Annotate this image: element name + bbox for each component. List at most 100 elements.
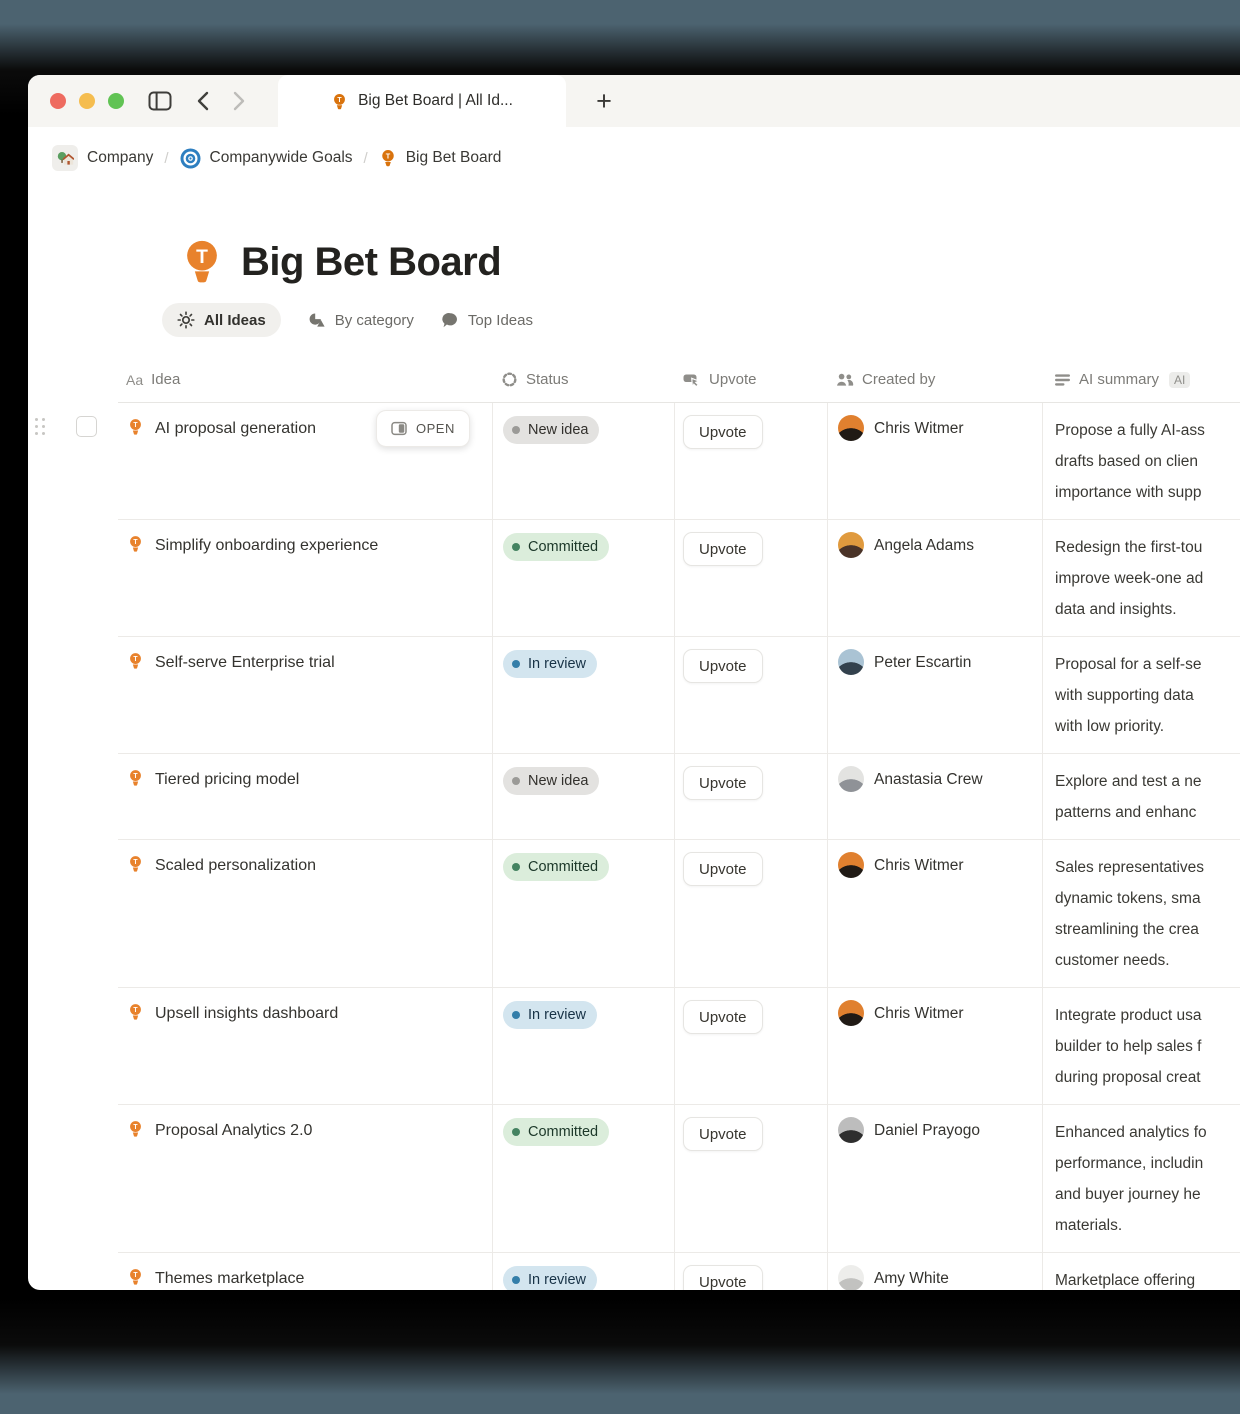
idea-cell[interactable]: T Themes marketplace xyxy=(118,1253,492,1290)
page-lightbulb-icon[interactable]: T xyxy=(180,239,224,285)
column-header-created-by[interactable]: Created by xyxy=(827,371,1042,388)
idea-cell[interactable]: T AI proposal generation OPEN xyxy=(118,403,492,519)
creator-cell[interactable]: Chris Witmer xyxy=(827,403,1042,519)
column-label: AI summary xyxy=(1079,371,1159,388)
browser-tab[interactable]: T Big Bet Board | All Id... xyxy=(278,75,566,127)
creator-cell[interactable]: Chris Witmer xyxy=(827,840,1042,987)
zoom-window-button[interactable] xyxy=(108,93,124,109)
sidebar-toggle-icon[interactable] xyxy=(148,91,172,111)
breadcrumb-item-company[interactable]: Company xyxy=(52,145,153,171)
upvote-button[interactable]: Upvote xyxy=(683,649,763,683)
spinner-icon xyxy=(501,371,518,388)
table-row[interactable]: T Simplify onboarding experience Committ… xyxy=(118,520,1240,637)
view-tab-label: By category xyxy=(335,312,414,329)
tab-top-ideas[interactable]: Top Ideas xyxy=(441,312,533,329)
lines-icon xyxy=(1054,373,1071,387)
tab-all-ideas[interactable]: All Ideas xyxy=(162,303,281,337)
upvote-cell[interactable]: Upvote xyxy=(674,1105,827,1252)
status-label: Committed xyxy=(528,1124,598,1140)
status-cell[interactable]: Committed xyxy=(492,1105,674,1252)
status-cell[interactable]: New idea xyxy=(492,754,674,839)
column-header-upvote[interactable]: Upvote xyxy=(674,371,827,388)
lightbulb-icon: T xyxy=(127,535,144,553)
idea-cell[interactable]: T Simplify onboarding experience xyxy=(118,520,492,636)
table-row[interactable]: T Upsell insights dashboard In review Up… xyxy=(118,988,1240,1105)
back-icon[interactable] xyxy=(196,91,209,111)
idea-cell[interactable]: T Scaled personalization xyxy=(118,840,492,987)
creator-cell[interactable]: Daniel Prayogo xyxy=(827,1105,1042,1252)
status-cell[interactable]: Committed xyxy=(492,520,674,636)
table-row[interactable]: T Self-serve Enterprise trial In review … xyxy=(118,637,1240,754)
status-cell[interactable]: In review xyxy=(492,1253,674,1290)
column-header-ai-summary[interactable]: AI summary AI xyxy=(1042,371,1240,388)
summary-cell[interactable]: Marketplace offering xyxy=(1042,1253,1240,1290)
creator-cell[interactable]: Anastasia Crew xyxy=(827,754,1042,839)
column-header-idea[interactable]: Aa Idea xyxy=(118,371,492,388)
table-row[interactable]: T Themes marketplace In review Upvote Am… xyxy=(118,1253,1240,1290)
summary-line: materials. xyxy=(1055,1210,1240,1241)
upvote-button[interactable]: Upvote xyxy=(683,1000,763,1034)
summary-cell[interactable]: Integrate product usabuilder to help sal… xyxy=(1042,988,1240,1104)
creator-cell[interactable]: Angela Adams xyxy=(827,520,1042,636)
upvote-button[interactable]: Upvote xyxy=(683,415,763,449)
status-pill[interactable]: Committed xyxy=(503,853,609,881)
status-cell[interactable]: Committed xyxy=(492,840,674,987)
text-icon: Aa xyxy=(126,372,143,388)
status-pill[interactable]: New idea xyxy=(503,767,599,795)
upvote-cell[interactable]: Upvote xyxy=(674,1253,827,1290)
creator-cell[interactable]: Peter Escartin xyxy=(827,637,1042,753)
upvote-cell[interactable]: Upvote xyxy=(674,403,827,519)
lightbulb-icon: T xyxy=(127,855,144,873)
summary-cell[interactable]: Propose a fully AI-assdrafts based on cl… xyxy=(1042,403,1240,519)
status-pill[interactable]: In review xyxy=(503,1001,597,1029)
click-icon xyxy=(683,372,701,388)
upvote-cell[interactable]: Upvote xyxy=(674,520,827,636)
row-checkbox[interactable] xyxy=(76,416,97,437)
idea-cell[interactable]: T Self-serve Enterprise trial xyxy=(118,637,492,753)
column-label: Created by xyxy=(862,371,935,388)
summary-cell[interactable]: Sales representativesdynamic tokens, sma… xyxy=(1042,840,1240,987)
status-cell[interactable]: In review xyxy=(492,637,674,753)
upvote-button[interactable]: Upvote xyxy=(683,1117,763,1151)
upvote-cell[interactable]: Upvote xyxy=(674,840,827,987)
table-row[interactable]: T Tiered pricing model New idea Upvote A… xyxy=(118,754,1240,840)
status-pill[interactable]: In review xyxy=(503,1266,597,1290)
status-cell[interactable]: New idea xyxy=(492,403,674,519)
status-pill[interactable]: In review xyxy=(503,650,597,678)
idea-cell[interactable]: T Upsell insights dashboard xyxy=(118,988,492,1104)
breadcrumb-item-companywide-goals[interactable]: Companywide Goals xyxy=(180,148,353,169)
idea-cell[interactable]: T Tiered pricing model xyxy=(118,754,492,839)
upvote-cell[interactable]: Upvote xyxy=(674,754,827,839)
status-cell[interactable]: In review xyxy=(492,988,674,1104)
table-row[interactable]: T Proposal Analytics 2.0 Committed Upvot… xyxy=(118,1105,1240,1253)
upvote-cell[interactable]: Upvote xyxy=(674,988,827,1104)
breadcrumb-item-big-bet-board[interactable]: T Big Bet Board xyxy=(379,149,502,167)
summary-cell[interactable]: Proposal for a self-sewith supporting da… xyxy=(1042,637,1240,753)
table-row[interactable]: T AI proposal generation OPEN New idea U… xyxy=(118,403,1240,520)
open-button-label: OPEN xyxy=(416,421,455,436)
close-window-button[interactable] xyxy=(50,93,66,109)
status-pill[interactable]: Committed xyxy=(503,1118,609,1146)
creator-cell[interactable]: Chris Witmer xyxy=(827,988,1042,1104)
column-header-status[interactable]: Status xyxy=(492,371,674,388)
upvote-button[interactable]: Upvote xyxy=(683,1265,763,1290)
forward-icon[interactable] xyxy=(233,91,246,111)
summary-line: builder to help sales f xyxy=(1055,1031,1240,1062)
summary-cell[interactable]: Explore and test a nepatterns and enhanc xyxy=(1042,754,1240,839)
upvote-button[interactable]: Upvote xyxy=(683,766,763,800)
summary-cell[interactable]: Enhanced analytics foperformance, includ… xyxy=(1042,1105,1240,1252)
status-pill[interactable]: Committed xyxy=(503,533,609,561)
idea-cell[interactable]: T Proposal Analytics 2.0 xyxy=(118,1105,492,1252)
tab-by-category[interactable]: By category xyxy=(308,312,414,329)
upvote-cell[interactable]: Upvote xyxy=(674,637,827,753)
summary-cell[interactable]: Redesign the first-touimprove week-one a… xyxy=(1042,520,1240,636)
upvote-button[interactable]: Upvote xyxy=(683,532,763,566)
status-pill[interactable]: New idea xyxy=(503,416,599,444)
creator-cell[interactable]: Amy White xyxy=(827,1253,1042,1290)
open-button[interactable]: OPEN xyxy=(376,410,470,447)
table-row[interactable]: T Scaled personalization Committed Upvot… xyxy=(118,840,1240,988)
new-tab-button[interactable]: + xyxy=(580,75,628,127)
row-drag-handle[interactable] xyxy=(35,418,45,435)
minimize-window-button[interactable] xyxy=(79,93,95,109)
upvote-button[interactable]: Upvote xyxy=(683,852,763,886)
